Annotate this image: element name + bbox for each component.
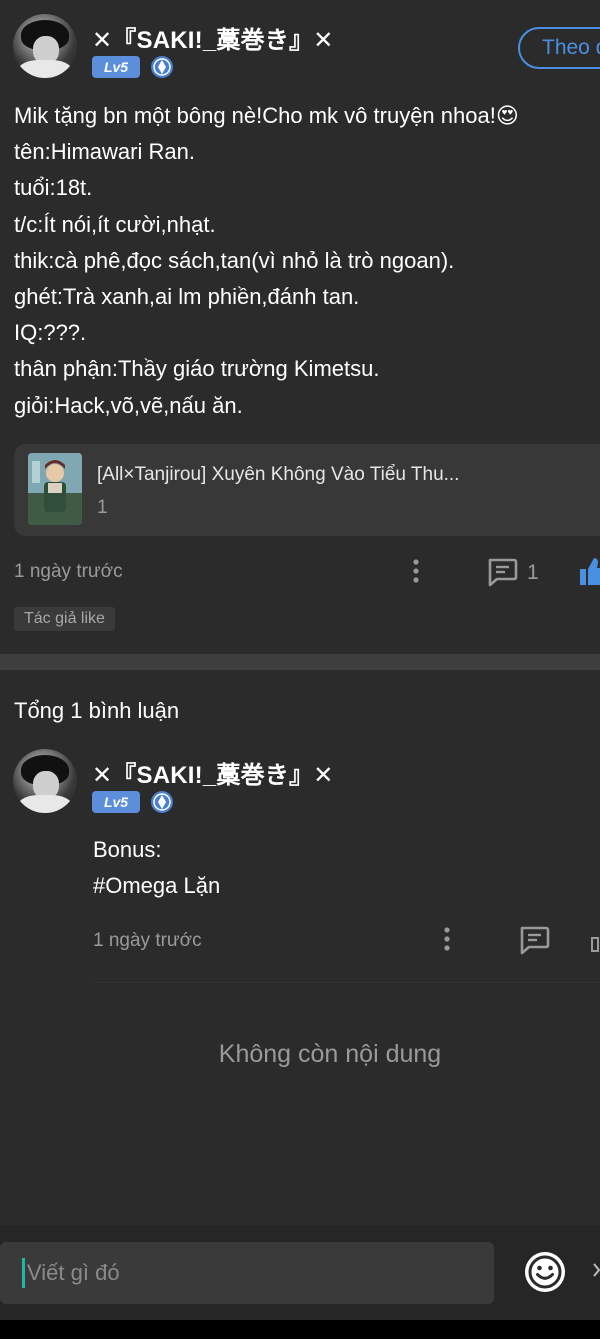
post-author-avatar[interactable] (13, 14, 77, 78)
post-line: thik:cà phê,đọc sách,tan(vì nhỏ là trò n… (14, 247, 455, 273)
section-separator (0, 654, 600, 670)
post-line: Mik tặng bn một bông nè!Cho mk vô truyện… (14, 103, 519, 128)
post-line: thân phận:Thầy giáo trường Kimetsu. (14, 356, 380, 382)
comment-line: Bonus: (93, 837, 162, 862)
level-badge: Lv5 (92, 56, 140, 78)
linked-book-card[interactable] (14, 444, 600, 536)
comment-author-avatar[interactable] (13, 749, 77, 813)
author-liked-tag: Tác giả like (14, 607, 115, 631)
post-line: IQ:???. (14, 320, 87, 346)
comment-content: Bonus: #Omega Lặn (93, 832, 220, 904)
no-more-content-text: Không còn nội dung (218, 1040, 442, 1068)
send-icon[interactable] (592, 1262, 600, 1283)
post-line: t/c:Ít nói,ít cười,nhạt. (14, 211, 216, 237)
comment-icon[interactable] (486, 557, 518, 592)
like-icon[interactable] (578, 556, 600, 591)
post-author-name[interactable]: ✕『SAKI!_藁巻き』✕ (92, 20, 334, 55)
rank-shield-icon (150, 55, 174, 79)
comment-input-placeholder: Viết gì đó (27, 1260, 120, 1285)
post-line: giỏi:Hack,võ,vẽ,nấu ăn. (14, 392, 243, 418)
comment-input[interactable]: Viết gì đó (0, 1242, 494, 1304)
post-content: Mik tặng bn một bông nè!Cho mk vô truyện… (14, 98, 600, 424)
comment-level-badge: Lv5 (92, 791, 140, 813)
emoji-icon[interactable] (523, 1250, 567, 1299)
comments-total-title: Tổng 1 bình luận (14, 698, 180, 723)
comment-timestamp: 1 ngày trước (93, 930, 202, 951)
comment-author-name[interactable]: ✕『SAKI!_藁巻き』✕ (92, 755, 334, 790)
system-nav-strip (0, 1320, 600, 1339)
comment-line: #Omega Lặn (93, 873, 221, 898)
book-cover-image[interactable] (28, 453, 82, 525)
comment-like-icon[interactable] (590, 928, 600, 957)
comment-count: 1 (527, 561, 539, 584)
comment-divider (93, 982, 600, 983)
text-caret (22, 1258, 25, 1288)
comment-rank-shield-icon (150, 790, 174, 814)
post-line: tên:Himawari Ran. (14, 139, 195, 165)
follow-button[interactable]: Theo d (518, 27, 600, 69)
comment-more-options-icon[interactable] (439, 925, 455, 958)
post-line: ghét:Trà xanh,ai lm phiền,đánh tan. (14, 284, 360, 310)
more-options-icon[interactable] (408, 557, 424, 590)
comment-reply-icon[interactable] (518, 925, 550, 960)
post-line: tuổi:18t. (14, 175, 93, 201)
post-timestamp: 1 ngày trước (14, 561, 123, 582)
book-count: 1 (97, 497, 108, 518)
book-title[interactable]: [All×Tanjirou] Xuyên Không Vào Tiểu Thu.… (97, 464, 459, 486)
